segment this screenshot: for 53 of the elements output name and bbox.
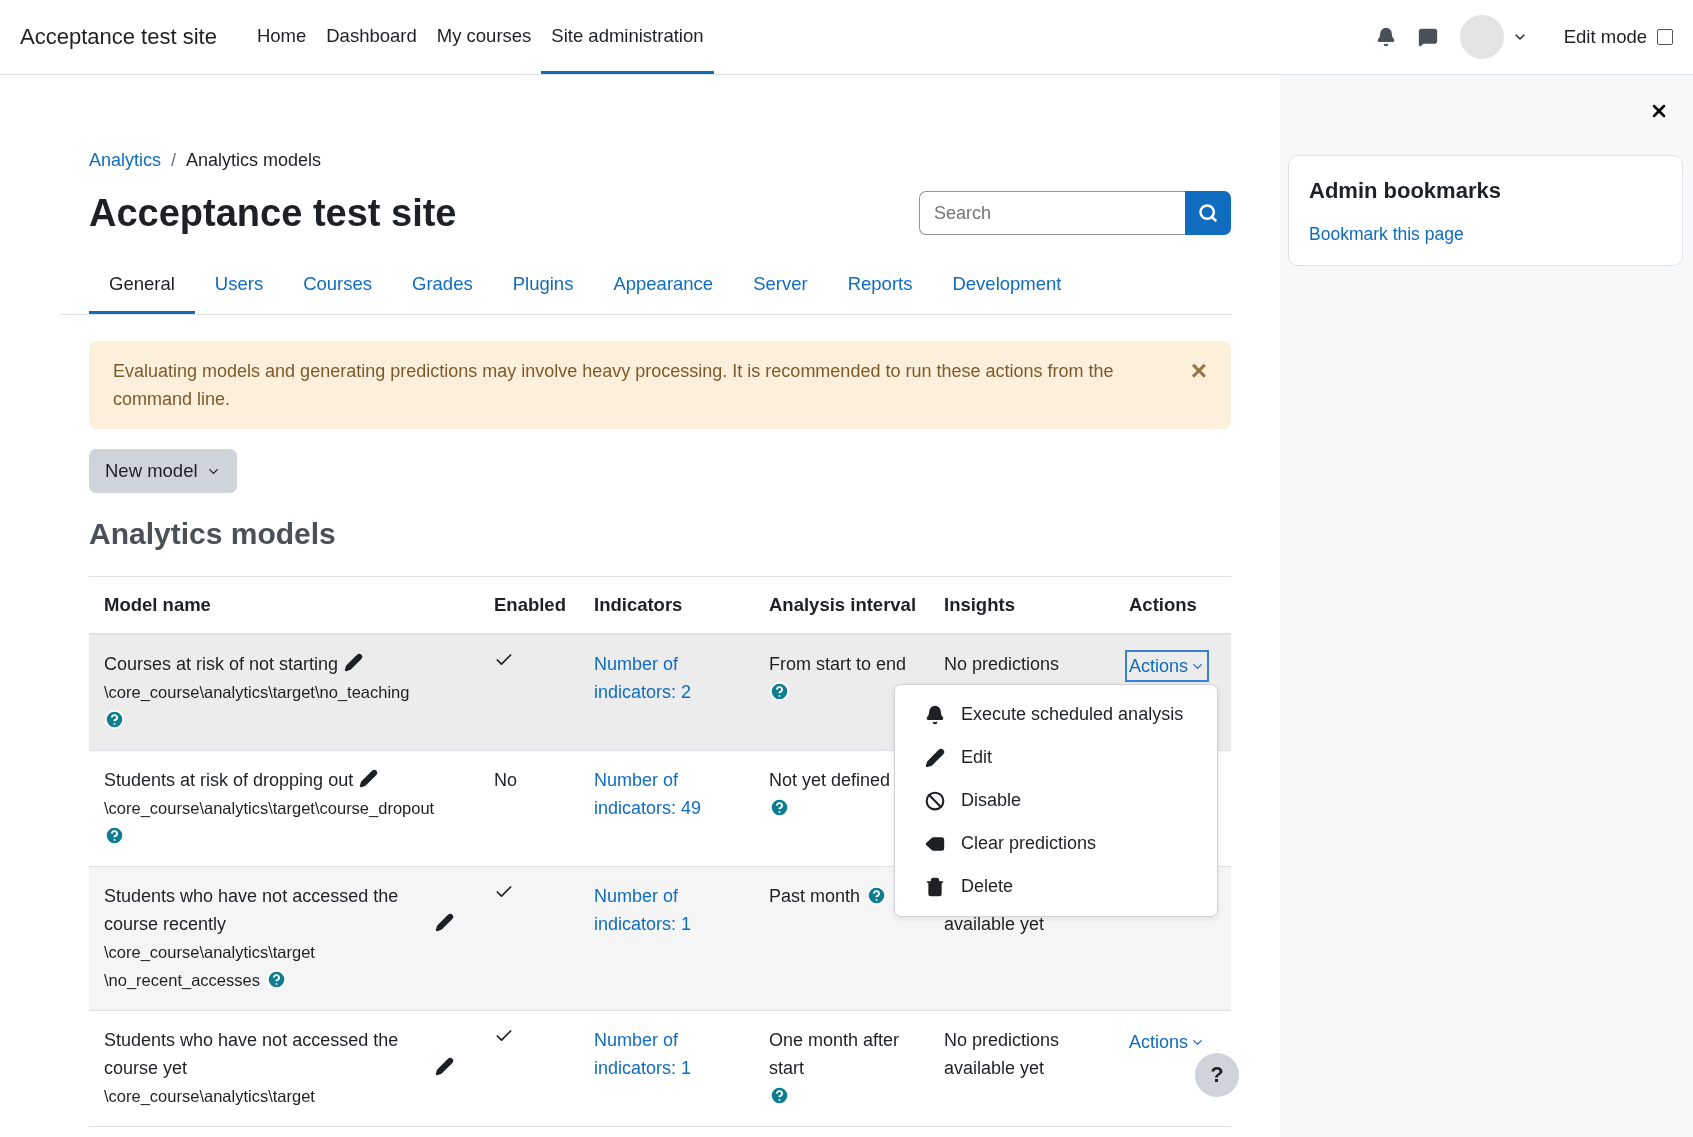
interval-text: One month after start — [769, 1029, 901, 1080]
nav-link[interactable]: Home — [246, 0, 317, 74]
insights-text: No predictions — [944, 653, 1061, 676]
nav-link[interactable]: Site administration — [541, 0, 714, 74]
new-model-button[interactable]: New model — [89, 449, 237, 493]
indicators-link[interactable]: Number of indicators: 1 — [594, 882, 739, 938]
tab[interactable]: General — [89, 261, 195, 314]
breadcrumb-item[interactable]: Analytics — [89, 150, 162, 171]
alert-text: Evaluating models and generating predictions may involve heavy processing. It is recommended to run these actions from the command line. — [113, 360, 1115, 411]
menu-item[interactable]: Execute scheduled analysis — [895, 693, 1217, 736]
menu-item[interactable]: Disable — [895, 779, 1217, 822]
page-title: Acceptance test site — [89, 191, 457, 235]
model-name: Students at risk of dropping out — [104, 769, 354, 792]
nav-link[interactable]: My courses — [426, 0, 542, 74]
tab[interactable]: Development — [932, 261, 1082, 314]
interval-text: Not yet defined — [769, 769, 891, 792]
target-path: \no_recent_accesses — [104, 971, 260, 989]
model-name: Courses at risk of not starting — [104, 653, 339, 676]
interval-text: Past month — [769, 885, 861, 908]
target-path: \core_course\analytics\target\no_teaching — [104, 683, 410, 701]
menu-item[interactable]: Clear predictions — [895, 822, 1217, 865]
indicators-link[interactable]: Number of indicators: 49 — [594, 766, 739, 822]
tab[interactable]: Users — [194, 261, 284, 314]
search-field[interactable]: Search — [919, 191, 1185, 235]
insights-text: available yet — [944, 913, 1046, 936]
tab[interactable]: Plugins — [492, 261, 594, 314]
target-path: \core_course\analytics\target\course_dropout — [104, 799, 435, 817]
tab[interactable]: Courses — [283, 261, 393, 314]
tab[interactable]: Server — [733, 261, 828, 314]
site-name[interactable]: Acceptance test site — [20, 24, 217, 50]
breadcrumb-item[interactable]: Analytics models — [186, 150, 322, 171]
indicators-link[interactable]: Number of indicators: 1 — [594, 1026, 739, 1082]
bookmark-link[interactable]: Bookmark this page — [1309, 224, 1464, 244]
insights-text: No predictions available yet — [944, 1029, 1061, 1080]
interval-text: From start to end — [769, 653, 907, 676]
section-title: Analytics models — [89, 517, 337, 551]
close-button[interactable]: × — [1190, 357, 1207, 385]
breadcrumb-separator: / — [171, 150, 177, 171]
tab[interactable]: Reports — [827, 261, 933, 314]
menu-item[interactable]: Delete — [895, 865, 1217, 908]
indicators-link[interactable]: Number of indicators: 2 — [594, 650, 739, 706]
menu-item[interactable]: Edit — [895, 736, 1217, 779]
target-path: \core_course\analytics\target — [104, 1087, 315, 1105]
tab[interactable]: Appearance — [593, 261, 734, 314]
enabled-text: No — [494, 770, 517, 790]
tab[interactable]: Grades — [392, 261, 493, 314]
actions-menu-button[interactable]: Actions — [1125, 650, 1210, 682]
edit-mode-label: Edit mode — [1563, 26, 1647, 48]
model-name: Students who have not accessed the course recently — [104, 885, 400, 936]
target-path: \core_course\analytics\target — [104, 943, 315, 961]
card-title: Admin bookmarks — [1309, 178, 1502, 204]
model-name: Students who have not accessed the course yet — [104, 1029, 400, 1080]
nav-link[interactable]: Dashboard — [316, 0, 427, 74]
